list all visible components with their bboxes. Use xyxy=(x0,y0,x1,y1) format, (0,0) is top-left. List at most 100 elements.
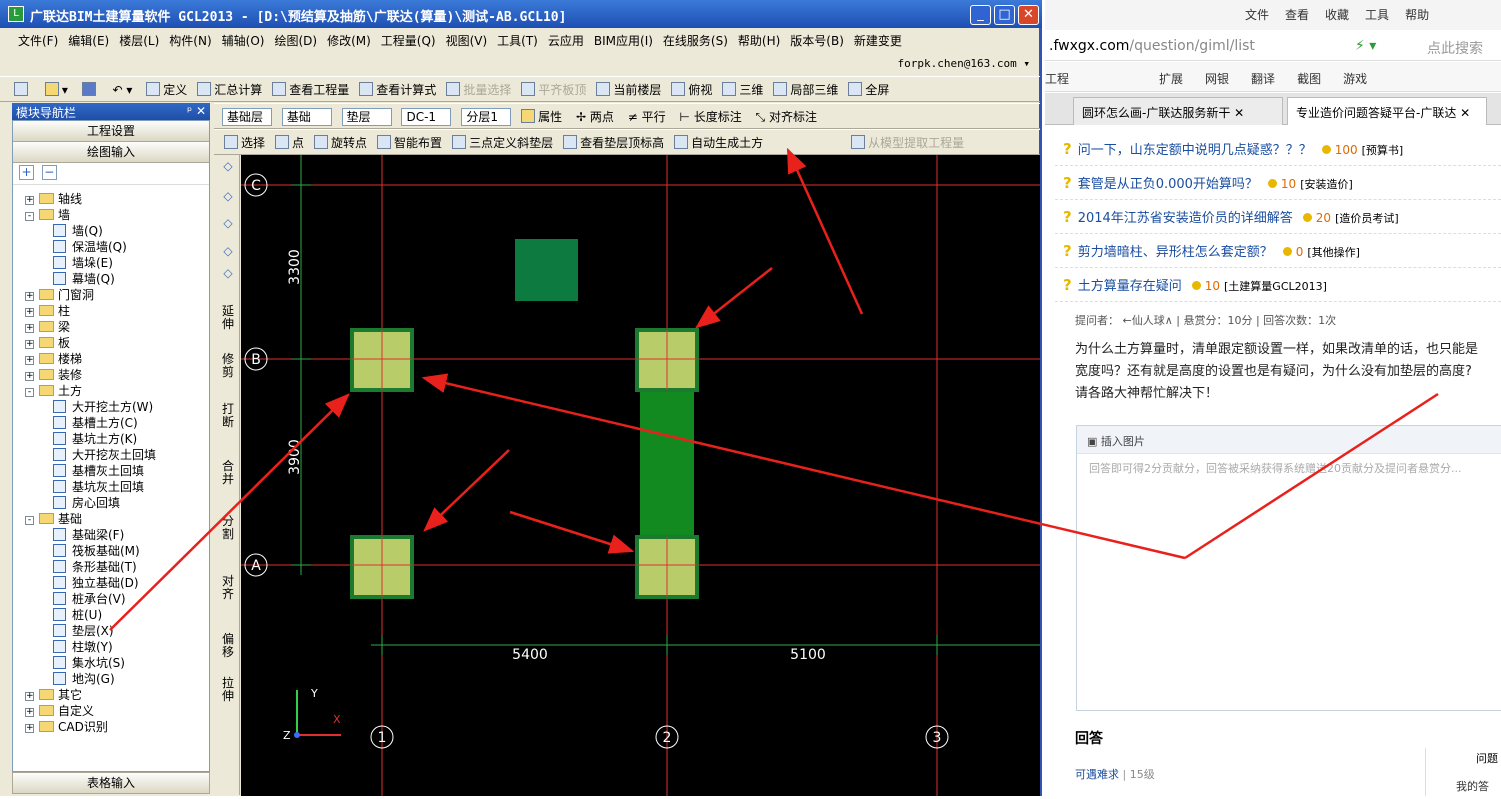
expander-icon[interactable]: + xyxy=(25,340,34,349)
fav-item[interactable]: 工程 xyxy=(1045,72,1069,86)
tree-folder[interactable]: + 板 xyxy=(25,335,70,351)
minimize-button[interactable]: _ xyxy=(970,5,991,25)
menu-item[interactable]: 编辑(E) xyxy=(68,34,109,48)
tree-leaf[interactable]: 墙垛(E) xyxy=(53,255,113,271)
question-tag[interactable]: [安装造价] xyxy=(1300,178,1353,191)
two-point-button[interactable]: ✢ 两点 xyxy=(576,108,614,125)
collapse-all-icon[interactable]: − xyxy=(41,165,57,180)
expander-icon[interactable]: + xyxy=(25,196,34,205)
menu-item[interactable]: 在线服务(S) xyxy=(663,34,728,48)
type-select[interactable]: 垫层 xyxy=(341,108,392,126)
tree-leaf[interactable]: 独立基础(D) xyxy=(53,575,139,591)
menu-item[interactable]: BIM应用(I) xyxy=(594,34,653,48)
insert-image-button[interactable]: 插入图片 xyxy=(1101,435,1145,448)
expander-icon[interactable]: + xyxy=(25,372,34,381)
draw-tool-button[interactable]: 自动生成土方 xyxy=(674,134,763,151)
browser-menu-item[interactable]: 文件 xyxy=(1245,8,1269,22)
table-input-button[interactable]: 表格输入 xyxy=(12,772,210,794)
fav-item[interactable]: 截图 xyxy=(1297,72,1321,86)
tree-leaf[interactable]: 垫层(X) xyxy=(53,623,114,639)
expander-icon[interactable]: + xyxy=(25,292,34,301)
toolbar-button[interactable]: 俯视 xyxy=(671,81,712,98)
vtool-icon[interactable]: ◇ xyxy=(220,160,236,173)
menu-item[interactable]: 楼层(L) xyxy=(119,34,159,48)
drawing-input-button[interactable]: 绘图输入 xyxy=(13,142,209,163)
browser-menu-item[interactable]: 查看 xyxy=(1285,8,1309,22)
vtool-button[interactable]: 对齐 xyxy=(220,575,236,601)
image-icon[interactable]: ▣ xyxy=(1087,435,1101,448)
tree-leaf[interactable]: 墙(Q) xyxy=(53,223,103,239)
question-item[interactable]: ? 2014年江苏省安装造价员的详细解答 20 [造价员考试] xyxy=(1063,207,1399,233)
draw-tool-button[interactable]: 查看垫层顶标高 xyxy=(563,134,664,151)
question-tag[interactable]: [其他操作] xyxy=(1307,246,1360,259)
tree-leaf[interactable]: 基坑灰土回填 xyxy=(53,479,144,495)
menu-item[interactable]: 辅轴(O) xyxy=(222,34,265,48)
new-file-icon[interactable] xyxy=(14,82,31,97)
toolbar-button[interactable]: 汇总计算 xyxy=(197,81,262,98)
question-title[interactable]: 土方算量存在疑问 xyxy=(1078,279,1182,294)
expander-icon[interactable]: + xyxy=(25,324,34,333)
tree-leaf[interactable]: 基础梁(F) xyxy=(53,527,124,543)
browser-menu-item[interactable]: 工具 xyxy=(1365,8,1389,22)
expander-icon[interactable]: + xyxy=(25,308,34,317)
vtool-button[interactable]: 合并 xyxy=(220,460,236,486)
browser-menu-item[interactable]: 收藏 xyxy=(1325,8,1349,22)
expander-icon[interactable]: + xyxy=(25,724,34,733)
draw-tool-button[interactable]: 点 xyxy=(275,134,304,151)
expander-icon[interactable]: + xyxy=(25,356,34,365)
question-item[interactable]: ? 土方算量存在疑问 10 [土建算量GCL2013] xyxy=(1063,275,1327,301)
toolbar-button[interactable]: 查看工程量 xyxy=(272,81,349,98)
tree-folder[interactable]: + 柱 xyxy=(25,303,70,319)
align-dim-button[interactable]: ⤡ 对齐标注 xyxy=(756,108,817,125)
question-title[interactable]: 套管是从正负0.000开始算吗？ xyxy=(1078,177,1258,192)
tree-leaf[interactable]: 基槽土方(C) xyxy=(53,415,138,431)
address-bar[interactable]: .fwxgx.com/question/giml/list ⚡ ▾ 点此搜索 xyxy=(1045,31,1501,61)
expander-icon[interactable]: + xyxy=(25,708,34,717)
category-select[interactable]: 基础 xyxy=(281,108,332,126)
tree-leaf[interactable]: 房心回填 xyxy=(53,495,120,511)
draw-tool-button[interactable]: 智能布置 xyxy=(377,134,442,151)
menu-item[interactable]: 绘图(D) xyxy=(274,34,317,48)
toolbar-button[interactable]: 三维 xyxy=(722,81,763,98)
tree-leaf[interactable]: 桩承台(V) xyxy=(53,591,126,607)
dark-green-block[interactable] xyxy=(515,239,578,301)
menu-item[interactable]: 云应用 xyxy=(548,34,584,48)
expander-icon[interactable]: - xyxy=(25,516,34,525)
question-title[interactable]: 问一下，山东定额中说明几点疑惑？？？ xyxy=(1078,143,1312,158)
fav-item[interactable]: 网银 xyxy=(1205,72,1229,86)
tree-leaf[interactable]: 筏板基础(M) xyxy=(53,543,140,559)
tree-leaf[interactable]: 柱墩(Y) xyxy=(53,639,113,655)
canvas-svg[interactable]: C B A 1 2 3 3300 3900 5400 5100 Y X Z xyxy=(241,155,1040,796)
vtool-icon[interactable]: ◇ xyxy=(220,267,236,280)
question-item[interactable]: ? 套管是从正负0.000开始算吗？ 10 [安装造价] xyxy=(1063,173,1353,199)
maximize-button[interactable]: □ xyxy=(994,5,1015,25)
menu-item[interactable]: 工程量(Q) xyxy=(381,34,436,48)
expander-icon[interactable]: - xyxy=(25,212,34,221)
menu-item[interactable]: 帮助(H) xyxy=(738,34,780,48)
question-tag[interactable]: [预算书] xyxy=(1362,144,1404,157)
vtool-button[interactable]: 分割 xyxy=(220,515,236,541)
menu-item[interactable]: 新建变更 xyxy=(854,34,902,48)
draw-tool-button[interactable]: 选择 xyxy=(224,134,265,151)
tree-folder[interactable]: + 梁 xyxy=(25,319,70,335)
answerer-link[interactable]: 可遇难求 xyxy=(1075,768,1119,781)
vtool-button[interactable]: 延伸 xyxy=(220,305,236,331)
expand-all-icon[interactable]: + xyxy=(19,165,34,180)
question-title[interactable]: 剪力墙暗柱、异形柱怎么套定额？ xyxy=(1078,245,1273,260)
vtool-icon[interactable]: ◇ xyxy=(220,217,236,230)
user-email[interactable]: forpk.chen@163.com xyxy=(898,57,1017,70)
tree-folder[interactable]: -墙 xyxy=(25,207,70,223)
editor-placeholder[interactable]: 回答即可得2分贡献分，回答被采纳获得系统赠送20贡献分及提问者悬赏分... xyxy=(1089,460,1461,476)
layer-select[interactable]: 分层1 xyxy=(461,108,512,126)
question-title[interactable]: 2014年江苏省安装造价员的详细解答 xyxy=(1078,211,1293,226)
user-account[interactable]: forpk.chen@163.com ▾ xyxy=(0,54,1040,76)
tree-leaf[interactable]: 大开挖灰土回填 xyxy=(53,447,156,463)
menu-item[interactable]: 修改(M) xyxy=(327,34,371,48)
menu-item[interactable]: 版本号(B) xyxy=(790,34,844,48)
menu-item[interactable]: 构件(N) xyxy=(169,34,211,48)
question-tag[interactable]: [造价员考试] xyxy=(1335,212,1399,225)
question-item[interactable]: ? 剪力墙暗柱、异形柱怎么套定额？ 0 [其他操作] xyxy=(1063,241,1360,267)
tree-leaf[interactable]: 幕墙(Q) xyxy=(53,271,115,287)
parallel-button[interactable]: ≠ 平行 xyxy=(628,108,666,125)
tree-leaf[interactable]: 集水坑(S) xyxy=(53,655,125,671)
